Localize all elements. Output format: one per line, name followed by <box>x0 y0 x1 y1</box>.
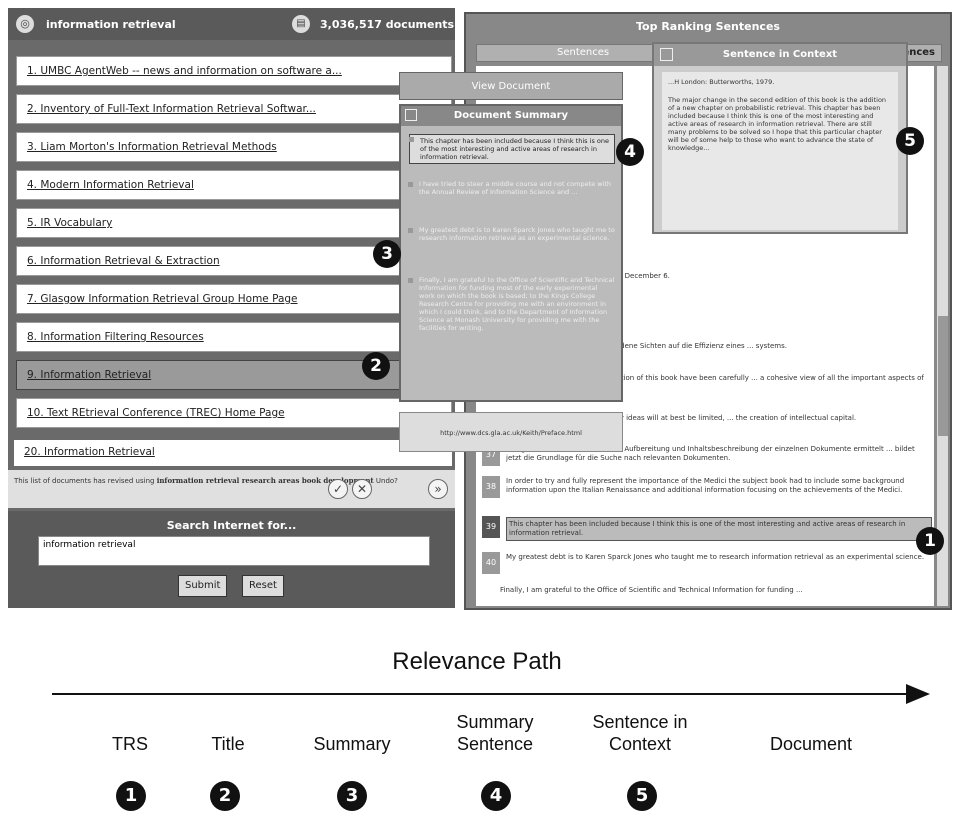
sentence-in-context-title: Sentence in Context <box>722 49 838 60</box>
result-link[interactable]: 6. Information Retrieval & Extraction <box>27 255 220 267</box>
bullet-icon <box>408 182 413 187</box>
result-item[interactable]: 4. Modern Information Retrieval <box>16 170 452 200</box>
result-item-20[interactable]: 20. Information Retrieval <box>14 440 452 466</box>
sentence-number: 40 <box>482 552 500 574</box>
sentence-line: Finally, I am grateful to the Office of … <box>500 586 803 594</box>
result-link[interactable]: 7. Glasgow Information Retrieval Group H… <box>27 293 298 305</box>
summary-sentence-text: I have tried to steer a middle course an… <box>419 180 612 196</box>
result-item[interactable]: 10. Text REtrieval Conference (TREC) Hom… <box>16 398 452 428</box>
sentence-text: My greatest debt is to Karen Sparck Jone… <box>506 553 925 561</box>
stage-marker-2: 2 <box>210 781 240 811</box>
reset-button[interactable]: Reset <box>242 575 284 597</box>
revision-notice: This list of documents has revised using… <box>8 470 455 508</box>
result-item[interactable]: 5. IR Vocabulary <box>16 208 452 238</box>
sentence-row[interactable]: 38 In order to try and fully represent t… <box>482 476 932 500</box>
result-item[interactable]: 1. UMBC AgentWeb -- news and information… <box>16 56 452 86</box>
bullet-icon <box>408 228 413 233</box>
close-icon[interactable] <box>405 109 417 121</box>
results-panel: ◎ information retrieval ▤ 3,036,517 docu… <box>8 8 455 608</box>
result-link[interactable]: 8. Information Filtering Resources <box>27 331 204 343</box>
relevance-path-title: Relevance Path <box>392 648 562 675</box>
stage-marker-1: 1 <box>116 781 146 811</box>
result-link[interactable]: 5. IR Vocabulary <box>27 217 112 229</box>
summary-sentence-highlighted[interactable]: This chapter has been included because I… <box>409 134 615 164</box>
result-link[interactable]: 2. Inventory of Full-Text Information Re… <box>27 103 316 115</box>
marker-2: 2 <box>362 352 390 380</box>
stage-label-trs: TRS <box>112 734 148 754</box>
sentence-number: 39 <box>482 516 500 538</box>
context-paragraph: ...H London: Butterworths, 1979. <box>668 78 775 86</box>
search-input[interactable] <box>38 536 430 566</box>
result-link[interactable]: 20. Information Retrieval <box>24 446 155 458</box>
result-link[interactable]: 4. Modern Information Retrieval <box>27 179 194 191</box>
document-url[interactable]: http://www.dcs.gla.ac.uk/Keith/Preface.h… <box>399 412 623 452</box>
marker-4: 4 <box>616 138 644 166</box>
document-summary-title: Document Summary <box>453 110 569 121</box>
summary-sentence-text: This chapter has been included because I… <box>420 137 609 161</box>
context-paragraph: The major change in the second edition o… <box>668 96 887 152</box>
document-summary-header: Document Summary <box>401 106 621 126</box>
reject-icon[interactable]: ✕ <box>352 479 372 499</box>
results-header: ◎ information retrieval ▤ 3,036,517 docu… <box>8 8 455 40</box>
arrow-head-icon <box>906 684 930 704</box>
submit-button[interactable]: Submit <box>178 575 228 597</box>
bullet-icon <box>409 137 414 142</box>
summary-sentence[interactable]: My greatest debt is to Karen Sparck Jone… <box>408 226 615 242</box>
close-icon[interactable] <box>660 48 673 61</box>
stage-label-summary: Summary <box>313 734 391 754</box>
undo-link[interactable]: Undo? <box>376 477 398 485</box>
result-item[interactable]: 8. Information Filtering Resources <box>16 322 452 352</box>
document-summary-popup: Document Summary This chapter has been i… <box>399 104 623 402</box>
documents-icon: ▤ <box>292 15 310 33</box>
result-item[interactable]: 7. Glasgow Information Retrieval Group H… <box>16 284 452 314</box>
query-icon: ◎ <box>16 15 34 33</box>
tab-sentences[interactable]: Sentences <box>557 47 609 58</box>
sentence-row[interactable]: 40 My greatest debt is to Karen Sparck J… <box>482 552 932 576</box>
sentence-text: In order to try and fully represent the … <box>506 477 905 494</box>
stage-label-sentence-in-context: Sentence in Context <box>592 712 688 754</box>
trs-title: Top Ranking Sentences <box>636 20 780 33</box>
sentence-in-context-popup: Sentence in Context ...H London: Butterw… <box>652 42 908 234</box>
marker-1: 1 <box>916 527 944 555</box>
forward-icon[interactable]: » <box>428 479 448 499</box>
view-document-button[interactable]: View Document <box>399 72 623 100</box>
sentence-row-highlighted[interactable]: 39 This chapter has been included becaus… <box>482 516 932 541</box>
screenshot-area: ◎ information retrieval ▤ 3,036,517 docu… <box>0 0 954 612</box>
stage-marker-4: 4 <box>481 781 511 811</box>
bullet-icon <box>408 278 413 283</box>
search-panel: Search Internet for... Submit Reset <box>8 511 455 608</box>
result-item[interactable]: 2. Inventory of Full-Text Information Re… <box>16 94 452 124</box>
accept-icon[interactable]: ✓ <box>328 479 348 499</box>
marker-5: 5 <box>896 127 924 155</box>
stage-label-title: Title <box>211 734 245 754</box>
revision-prefix: This list of documents has revised using <box>14 477 155 485</box>
stage-label-summary-sentence: Summary Sentence <box>456 712 534 754</box>
sentence-number: 38 <box>482 476 500 498</box>
relevance-path-arrow <box>52 693 920 695</box>
summary-sentence-text: Finally, I am grateful to the Office of … <box>419 276 615 332</box>
result-link[interactable]: 10. Text REtrieval Conference (TREC) Hom… <box>27 407 285 419</box>
query-text: information retrieval <box>46 18 176 31</box>
stage-label-document: Document <box>769 734 853 754</box>
summary-sentence[interactable]: I have tried to steer a middle course an… <box>408 180 615 196</box>
result-link[interactable]: 3. Liam Morton's Information Retrieval M… <box>27 141 277 153</box>
document-count: 3,036,517 documents <box>320 18 455 31</box>
summary-sentence[interactable]: Finally, I am grateful to the Office of … <box>408 276 615 332</box>
search-title: Search Internet for... <box>166 519 297 532</box>
scrollbar-thumb[interactable] <box>938 316 948 436</box>
result-item[interactable]: 3. Liam Morton's Information Retrieval M… <box>16 132 452 162</box>
sentence-text: This chapter has been included because I… <box>506 517 932 541</box>
result-link[interactable]: 9. Information Retrieval <box>27 369 151 381</box>
stage-marker-3: 3 <box>337 781 367 811</box>
marker-3: 3 <box>373 240 401 268</box>
summary-sentence-text: My greatest debt is to Karen Sparck Jone… <box>419 226 615 242</box>
stage-marker-5: 5 <box>627 781 657 811</box>
result-link[interactable]: 1. UMBC AgentWeb -- news and information… <box>27 65 342 77</box>
sentence-in-context-body: ...H London: Butterworths, 1979. The maj… <box>662 72 898 230</box>
trs-scrollbar[interactable] <box>936 66 948 606</box>
sentence-in-context-header: Sentence in Context <box>654 44 906 66</box>
